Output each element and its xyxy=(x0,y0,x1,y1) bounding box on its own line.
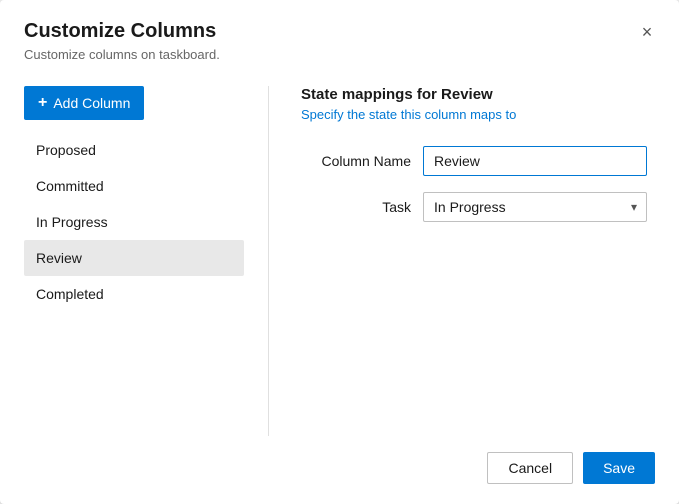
sidebar-item-committed[interactable]: Committed xyxy=(24,168,244,204)
close-icon: × xyxy=(642,22,653,43)
customize-columns-dialog: Customize Columns Customize columns on t… xyxy=(0,0,679,504)
task-select[interactable]: In Progress Proposed Committed Completed xyxy=(423,192,647,222)
column-list: Proposed Committed In Progress Review Co… xyxy=(24,132,244,312)
sidebar-item-in-progress[interactable]: In Progress xyxy=(24,204,244,240)
task-label: Task xyxy=(301,199,411,215)
column-name-input[interactable] xyxy=(423,146,647,176)
sidebar-item-review[interactable]: Review xyxy=(24,240,244,276)
main-content: State mappings for Review Specify the st… xyxy=(293,86,655,436)
close-button[interactable]: × xyxy=(633,18,661,46)
dialog-title: Customize Columns xyxy=(24,20,655,43)
dialog-body: + Add Column Proposed Committed In Progr… xyxy=(0,70,679,436)
sidebar: + Add Column Proposed Committed In Progr… xyxy=(24,86,244,436)
add-column-button[interactable]: + Add Column xyxy=(24,86,144,120)
save-button[interactable]: Save xyxy=(583,452,655,484)
column-name-label: Column Name xyxy=(301,153,411,169)
task-select-wrapper: In Progress Proposed Committed Completed… xyxy=(423,192,647,222)
plus-icon: + xyxy=(38,94,47,112)
section-subtitle: Specify the state this column maps to xyxy=(301,107,647,122)
cancel-button[interactable]: Cancel xyxy=(487,452,573,484)
dialog-subtitle: Customize columns on taskboard. xyxy=(24,47,655,62)
dialog-header: Customize Columns Customize columns on t… xyxy=(0,0,679,70)
dialog-footer: Cancel Save xyxy=(0,436,679,504)
sidebar-item-completed[interactable]: Completed xyxy=(24,276,244,312)
add-column-label: Add Column xyxy=(53,95,130,111)
section-title: State mappings for Review xyxy=(301,86,647,103)
column-name-row: Column Name xyxy=(301,146,647,176)
sidebar-divider xyxy=(268,86,269,436)
sidebar-item-proposed[interactable]: Proposed xyxy=(24,132,244,168)
task-row: Task In Progress Proposed Committed Comp… xyxy=(301,192,647,222)
